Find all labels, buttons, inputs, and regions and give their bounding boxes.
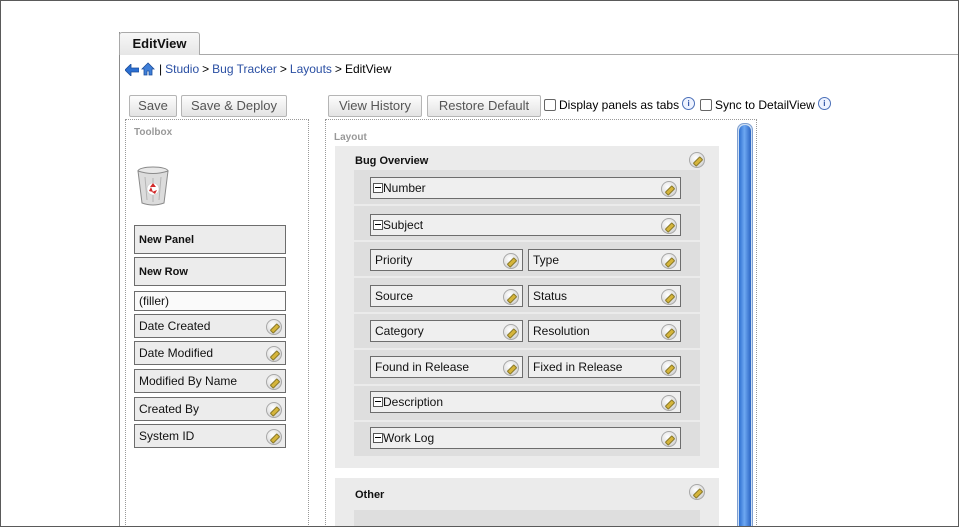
layout-title: Layout bbox=[334, 132, 367, 143]
field-label: Created By bbox=[139, 402, 200, 416]
field-label: Priority bbox=[375, 253, 413, 267]
pencil-icon[interactable] bbox=[266, 319, 282, 335]
field-subject[interactable]: Subject bbox=[370, 214, 681, 236]
field-label: Subject bbox=[383, 218, 424, 232]
field-label: Type bbox=[533, 253, 560, 267]
field-label: Source bbox=[375, 289, 414, 303]
breadcrumb-separator: > bbox=[279, 62, 287, 76]
restore-default-button[interactable]: Restore Default bbox=[427, 95, 541, 117]
field-number[interactable]: Number bbox=[370, 177, 681, 199]
minus-icon[interactable] bbox=[373, 432, 383, 443]
pencil-icon[interactable] bbox=[503, 253, 519, 269]
new-panel-item[interactable]: New Panel bbox=[134, 225, 286, 254]
pencil-icon[interactable] bbox=[661, 253, 677, 269]
save-deploy-button[interactable]: Save & Deploy bbox=[181, 95, 287, 117]
info-icon[interactable]: i bbox=[682, 96, 696, 110]
field-type[interactable]: Type bbox=[528, 249, 681, 271]
breadcrumb-layouts[interactable]: Layouts bbox=[290, 60, 332, 78]
field-label: Description bbox=[383, 395, 444, 409]
app-window: EditView | Studio > Bug Tracker > Layout… bbox=[0, 0, 959, 527]
breadcrumb-separator: > bbox=[334, 62, 342, 76]
breadcrumb: | Studio > Bug Tracker > Layouts > EditV… bbox=[124, 60, 392, 78]
pencil-icon[interactable] bbox=[661, 289, 677, 305]
left-border bbox=[119, 32, 120, 526]
sync-to-detailview-checkbox[interactable] bbox=[700, 99, 712, 111]
sync-to-detailview-option: Sync to DetailView i bbox=[700, 96, 831, 112]
field-label: Modified By Name bbox=[139, 374, 238, 388]
pencil-icon[interactable] bbox=[661, 431, 677, 447]
pencil-icon[interactable] bbox=[266, 374, 282, 390]
field-label: Status bbox=[533, 289, 568, 303]
panel-title: Other bbox=[355, 489, 385, 501]
minus-icon[interactable] bbox=[373, 396, 383, 407]
tab-editview[interactable]: EditView bbox=[119, 32, 200, 55]
pencil-icon[interactable] bbox=[661, 360, 677, 376]
field-priority[interactable]: Priority bbox=[370, 249, 523, 271]
pencil-icon[interactable] bbox=[503, 324, 519, 340]
recycle-bin-icon[interactable] bbox=[136, 166, 170, 206]
home-icon[interactable] bbox=[141, 62, 155, 76]
breadcrumb-separator: > bbox=[202, 62, 210, 76]
toolbox-title: Toolbox bbox=[134, 127, 173, 138]
pencil-icon[interactable] bbox=[503, 289, 519, 305]
field-resolution[interactable]: Resolution bbox=[528, 320, 681, 342]
pencil-icon[interactable] bbox=[661, 218, 677, 234]
field-label: Resolution bbox=[533, 324, 590, 338]
display-panels-as-tabs-option: Display panels as tabs i bbox=[544, 96, 696, 112]
pencil-icon[interactable] bbox=[503, 360, 519, 376]
panel-title: Bug Overview bbox=[355, 155, 429, 167]
field-category[interactable]: Category bbox=[370, 320, 523, 342]
display-panels-as-tabs-label: Display panels as tabs bbox=[559, 98, 680, 112]
field-found-in-release[interactable]: Found in Release bbox=[370, 356, 523, 378]
pencil-icon[interactable] bbox=[661, 324, 677, 340]
view-history-button[interactable]: View History bbox=[328, 95, 422, 117]
minus-icon[interactable] bbox=[373, 182, 383, 193]
breadcrumb-bug-tracker[interactable]: Bug Tracker bbox=[212, 60, 277, 78]
field-label: Work Log bbox=[383, 431, 435, 445]
field-label: Fixed in Release bbox=[533, 360, 623, 374]
field-label: Number bbox=[383, 181, 426, 195]
field-label: Date Created bbox=[139, 319, 211, 333]
breadcrumb-studio[interactable]: Studio bbox=[165, 60, 199, 78]
scrollbar-thumb[interactable] bbox=[739, 125, 751, 526]
field-work-log[interactable]: Work Log bbox=[370, 427, 681, 449]
minus-icon[interactable] bbox=[373, 219, 383, 230]
display-panels-as-tabs-checkbox[interactable] bbox=[544, 99, 556, 111]
field-source[interactable]: Source bbox=[370, 285, 523, 307]
pencil-icon[interactable] bbox=[266, 402, 282, 418]
save-button[interactable]: Save bbox=[129, 95, 177, 117]
back-arrow-icon[interactable] bbox=[124, 63, 140, 77]
field-label: System ID bbox=[139, 429, 195, 443]
field-description[interactable]: Description bbox=[370, 391, 681, 413]
tabstrip-divider bbox=[119, 54, 958, 55]
toolbox-field-date-created[interactable]: Date Created bbox=[134, 314, 286, 338]
pencil-icon[interactable] bbox=[266, 346, 282, 362]
pencil-icon[interactable] bbox=[689, 152, 705, 168]
pencil-icon[interactable] bbox=[266, 429, 282, 445]
toolbox-field-modified-by-name[interactable]: Modified By Name bbox=[134, 369, 286, 393]
layout-scrollbar[interactable] bbox=[737, 123, 753, 526]
filler-item[interactable]: (filler) bbox=[134, 291, 286, 311]
field-label: Category bbox=[375, 324, 424, 338]
toolbox-field-system-id[interactable]: System ID bbox=[134, 424, 286, 448]
field-label: Date Modified bbox=[139, 346, 214, 360]
pencil-icon[interactable] bbox=[661, 181, 677, 197]
breadcrumb-current: EditView bbox=[344, 62, 392, 76]
toolbox-field-date-modified[interactable]: Date Modified bbox=[134, 341, 286, 365]
field-fixed-in-release[interactable]: Fixed in Release bbox=[528, 356, 681, 378]
layout-row[interactable] bbox=[354, 510, 700, 526]
breadcrumb-bar: | bbox=[159, 62, 163, 76]
toolbox-field-created-by[interactable]: Created By bbox=[134, 397, 286, 421]
pencil-icon[interactable] bbox=[689, 484, 705, 500]
new-row-item[interactable]: New Row bbox=[134, 257, 286, 286]
sync-to-detailview-label: Sync to DetailView bbox=[715, 98, 815, 112]
info-icon[interactable]: i bbox=[817, 96, 831, 110]
field-status[interactable]: Status bbox=[528, 285, 681, 307]
field-label: Found in Release bbox=[375, 360, 470, 374]
pencil-icon[interactable] bbox=[661, 395, 677, 411]
